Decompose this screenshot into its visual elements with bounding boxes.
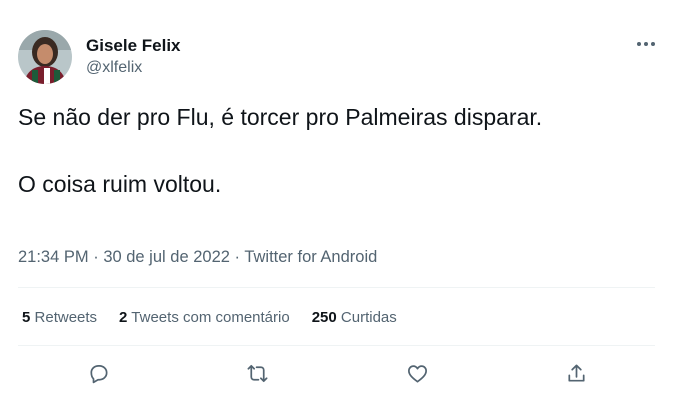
more-horizontal-icon[interactable] [633, 36, 659, 52]
likes-stat[interactable]: 250 Curtidas [312, 309, 397, 326]
tweet-date[interactable]: 30 de jul de 2022 [103, 248, 230, 266]
tweet-text-line-1: Se não der pro Flu, é torcer pro Palmeir… [18, 104, 543, 130]
tweet-card: Gisele Felix @xlfelix Se não der pro Flu… [0, 0, 679, 412]
tweet-source[interactable]: Twitter for Android [244, 248, 377, 266]
divider [18, 287, 655, 288]
quotes-label: Tweets com comentário [131, 309, 290, 326]
meta-separator: · [234, 248, 241, 266]
avatar[interactable] [18, 30, 72, 84]
tweet-time[interactable]: 21:34 PM [18, 248, 89, 266]
display-name[interactable]: Gisele Felix [86, 36, 181, 56]
divider [18, 345, 655, 346]
retweets-stat[interactable]: 5 Retweets [22, 309, 97, 326]
tweet-meta: 21:34 PM · 30 de jul de 2022 · Twitter f… [18, 248, 377, 267]
likes-label: Curtidas [340, 309, 397, 326]
meta-separator: · [93, 248, 99, 266]
retweets-label: Retweets [34, 309, 98, 326]
share-icon[interactable] [563, 360, 589, 386]
quotes-stat[interactable]: 2 Tweets com comentário [119, 309, 290, 326]
tweet-text-line-2: O coisa ruim voltou. [18, 171, 222, 197]
retweet-icon[interactable] [244, 360, 270, 386]
avatar-image [18, 30, 72, 84]
tweet-stats: 5 Retweets 2 Tweets com comentário 250 C… [22, 309, 419, 326]
retweets-count: 5 [22, 309, 31, 326]
likes-count: 250 [311, 309, 337, 326]
heart-icon[interactable] [404, 360, 430, 386]
quotes-count: 2 [119, 309, 128, 326]
user-handle[interactable]: @xlfelix [86, 59, 142, 77]
reply-icon[interactable] [85, 360, 111, 386]
